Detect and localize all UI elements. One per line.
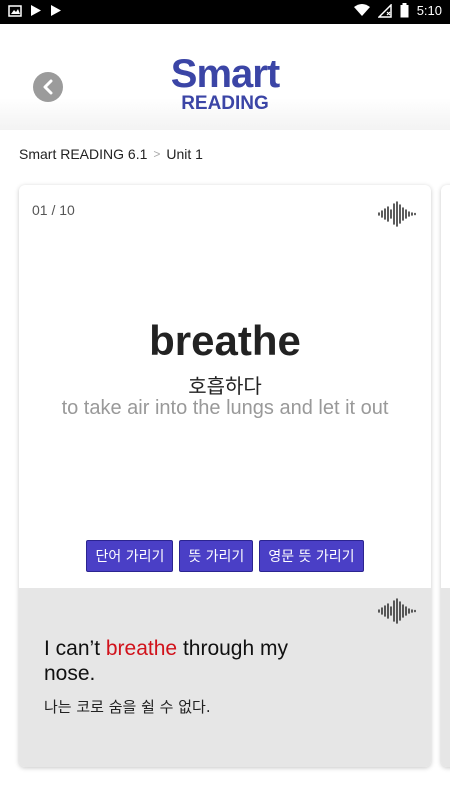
next-card-peek[interactable] <box>441 185 450 767</box>
hide-toggle-buttons: 단어 가리기 뜻 가리기 영문 뜻 가리기 <box>19 540 431 572</box>
word-card[interactable]: 01 / 10 breathe 호흡하다 to take air into th… <box>19 185 431 767</box>
next-card-example-panel <box>441 588 450 767</box>
word-audio-button[interactable] <box>377 201 417 231</box>
status-bar: 5:10 <box>0 0 450 24</box>
play-store-icon-2 <box>50 4 62 17</box>
english-definition: to take air into the lungs and let it ou… <box>61 397 389 419</box>
signal-off-icon <box>377 3 392 18</box>
back-button[interactable] <box>33 72 63 102</box>
hide-word-button[interactable]: 단어 가리기 <box>86 540 174 572</box>
example-sentence-panel: I can’t breathe through my nose. 나는 코로 숨… <box>19 588 431 767</box>
card-counter: 01 / 10 <box>32 202 75 218</box>
hide-english-definition-button[interactable]: 영문 뜻 가리기 <box>259 540 364 572</box>
app-header: Smart READING <box>0 24 450 130</box>
example-highlighted-word: breathe <box>105 637 178 660</box>
app-logo: Smart READING <box>160 54 290 114</box>
vocab-word: breathe <box>149 317 301 364</box>
play-store-icon <box>30 4 42 17</box>
breadcrumb-book[interactable]: Smart READING 6.1 <box>19 146 147 162</box>
example-korean: 나는 코로 숨을 쉴 수 없다. <box>44 698 211 716</box>
status-time: 5:10 <box>416 3 442 18</box>
breadcrumb-separator: > <box>153 147 161 161</box>
korean-meaning: 호흡하다 <box>188 374 262 398</box>
logo-reading: READING <box>181 93 269 114</box>
hide-meaning-button[interactable]: 뜻 가리기 <box>179 540 254 572</box>
logo-smart: Smart <box>170 52 280 96</box>
battery-icon <box>400 3 409 18</box>
image-notification-icon <box>8 4 22 17</box>
example-english: I can’t breathe through my nose. <box>44 636 344 686</box>
breadcrumb: Smart READING 6.1 > Unit 1 <box>19 146 203 162</box>
example-en-before: I can’t <box>44 637 106 660</box>
wifi-icon <box>353 4 370 17</box>
breadcrumb-unit: Unit 1 <box>166 146 203 162</box>
example-audio-button[interactable] <box>377 598 417 628</box>
sound-wave-icon <box>378 201 416 227</box>
back-arrow-icon <box>43 79 53 95</box>
sound-wave-icon <box>378 598 416 624</box>
